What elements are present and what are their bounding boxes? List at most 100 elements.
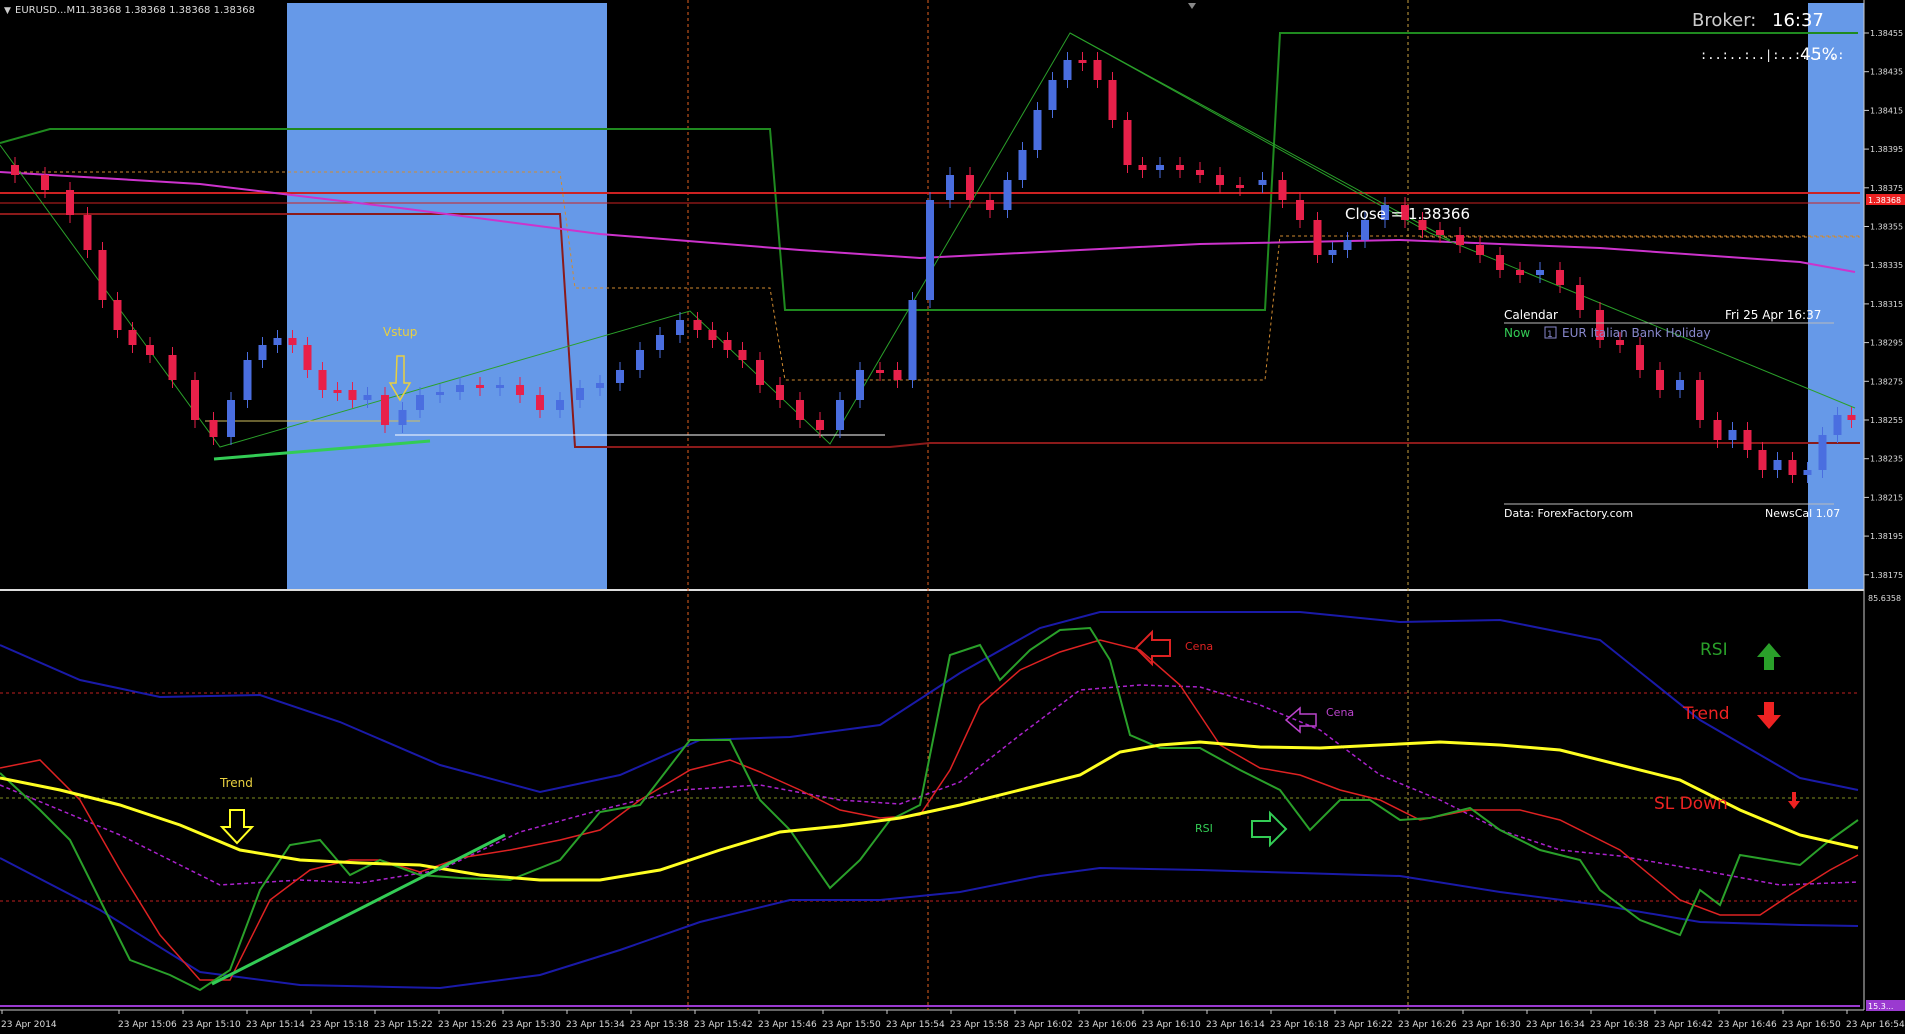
price-tick-label: 1.38455 (1870, 29, 1903, 38)
time-tick-label: 23 Apr 16:18 (1270, 1020, 1329, 1030)
candle-body (1078, 60, 1087, 63)
candle-body (816, 420, 824, 430)
candle-body (1476, 245, 1484, 255)
candle-body (1236, 185, 1244, 188)
price-tick-label: 1.38375 (1870, 184, 1903, 193)
legend-sl-down: SL Down (1654, 794, 1728, 814)
candle-body (576, 388, 584, 400)
candle-body (966, 175, 974, 200)
candle-body (1676, 380, 1684, 390)
time-tick-label: 23 Apr 16:46 (1718, 1020, 1777, 1030)
candle-body (1138, 165, 1147, 170)
calendar-title: Calendar (1504, 308, 1558, 322)
price-tick-label: 1.38175 (1870, 571, 1903, 580)
time-tick-label: 23 Apr 15:34 (566, 1020, 625, 1030)
window-title: EURUSD...M1 (15, 5, 81, 16)
candle-body (1258, 180, 1267, 185)
legend-trend: Trend (1682, 704, 1730, 724)
vstup-label: Vstup (383, 325, 417, 339)
price-tick-label: 1.38335 (1870, 261, 1903, 270)
candle-body (1758, 450, 1767, 470)
price-axis: 1.38455 1.38435 1.38415 1.38395 1.38375 1.383… (1864, 29, 1903, 580)
candle-body (191, 380, 199, 420)
trading-chart[interactable]: Close = 1.38366 Vstup Calendar Fri 25 Ap… (0, 0, 1905, 1034)
candle-body (1456, 235, 1464, 245)
candle-body (1018, 150, 1027, 180)
candle-body (516, 385, 524, 395)
candle-body (1176, 165, 1184, 170)
candle-body (348, 390, 357, 400)
candle-body (908, 300, 917, 380)
cena-label-violet: Cena (1326, 706, 1354, 719)
calendar-version: NewsCal 1.07 (1765, 507, 1840, 520)
time-tick-label: 23 Apr 15:38 (630, 1020, 689, 1030)
time-tick-label: 23 Apr 15:54 (886, 1020, 945, 1030)
trend-label: Trend (219, 776, 253, 790)
candle-body (676, 320, 684, 335)
candle-body (476, 385, 484, 388)
time-tick-label: 23 Apr 15:30 (502, 1020, 561, 1030)
candle-body (1108, 80, 1117, 120)
candle-body (288, 338, 297, 345)
candle-body (1847, 415, 1856, 420)
svg-text:1.38368: 1.38368 (1868, 196, 1901, 205)
candle-body (1313, 220, 1322, 255)
candle-body (398, 410, 407, 425)
candle-body (1788, 460, 1797, 475)
time-tick-label: 23 Apr 15:58 (950, 1020, 1009, 1030)
time-tick-label: 23 Apr 15:26 (438, 1020, 497, 1030)
calendar-now: Now (1504, 326, 1530, 340)
time-tick-label: 23 Apr 16:22 (1334, 1020, 1393, 1030)
time-tick-label: 23 Apr 15:10 (182, 1020, 241, 1030)
candle-body (496, 385, 504, 388)
candle-body (98, 250, 107, 300)
candle-body (436, 392, 444, 395)
candle-body (1696, 380, 1704, 420)
time-tick-label: 23 Apr 16:38 (1590, 1020, 1649, 1030)
time-tick-label: 23 Apr 16:30 (1462, 1020, 1521, 1030)
candle-body (1048, 80, 1057, 110)
time-tick-label: 23 Apr 15:18 (310, 1020, 369, 1030)
time-tick-label: 23 Apr 15:46 (758, 1020, 817, 1030)
time-tick-label: 23 Apr 16:26 (1398, 1020, 1457, 1030)
candle-body (738, 350, 747, 360)
candle-body (1123, 120, 1132, 165)
candle-body (656, 335, 664, 350)
candle-body (723, 340, 732, 350)
calendar-date: Fri 25 Apr 16:37 (1725, 308, 1821, 322)
candle-body (1003, 180, 1012, 210)
calendar-event: EUR Italian Bank Holiday (1562, 326, 1711, 340)
candle-body (1773, 460, 1782, 470)
candle-body (1818, 435, 1827, 470)
candle-body (926, 200, 934, 300)
candle-body (1496, 255, 1504, 270)
candle-body (596, 383, 604, 388)
candle-body (318, 370, 327, 390)
broker-time: 16:37 (1772, 10, 1824, 31)
candle-body (1361, 220, 1369, 240)
candle-body (1743, 430, 1752, 450)
candle-body (303, 345, 312, 370)
indicator-axis-bottom-marker: 15.3... (1866, 1000, 1905, 1011)
rsi-sub-label: RSI (1195, 822, 1213, 835)
price-tick-label: 1.38195 (1870, 532, 1903, 541)
candle-body (1328, 250, 1337, 255)
candle-body (227, 400, 235, 437)
candle-body (209, 420, 218, 437)
candle-body (776, 385, 784, 400)
candle-body (11, 165, 19, 175)
session-highlight-2 (1808, 3, 1864, 589)
candle-body (1536, 270, 1544, 275)
time-tick-label: 23 Apr 16:02 (1014, 1020, 1073, 1030)
broker-label: Broker: (1692, 10, 1756, 31)
time-tick-label: 23 Apr 15:42 (694, 1020, 753, 1030)
candle-body (168, 355, 177, 380)
candle-body (41, 175, 49, 190)
window-title-arrow-icon[interactable]: ▼ (4, 6, 11, 16)
candle-body (1713, 420, 1722, 440)
candle-body (756, 360, 764, 385)
candle-body (1278, 180, 1287, 200)
candle-body (146, 345, 154, 355)
candle-body (1093, 60, 1102, 80)
time-tick-label: 23 Apr 2014 (1, 1020, 57, 1030)
